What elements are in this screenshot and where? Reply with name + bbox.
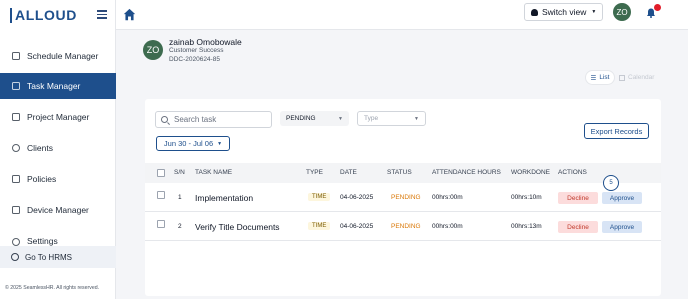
table-header: S/N TASK NAME TYPE DATE STATUS ATTENDANC… [145,163,661,183]
row-workdone: 00hrs:10m [511,194,542,201]
profile-role: Customer Success [169,47,224,54]
home-icon[interactable] [123,8,136,21]
header-actions: ACTIONS [558,169,587,176]
sidebar-item-label: Project Manager [27,112,90,122]
header-date: DATE [340,169,357,176]
header-task-name: TASK NAME [195,169,233,176]
date-range-picker[interactable]: Jun 30 - Jul 06 ▼ [156,136,230,151]
row-task-name[interactable]: Implementation [195,193,253,203]
notification-badge [654,4,661,11]
top-bar: Switch view ▼ ZO [116,0,688,30]
gear-icon [12,238,20,246]
list-view-button[interactable]: ☰ List [585,70,615,85]
copyright-footer: © 2025 SeamlessHR. All rights reserved. [5,285,100,291]
sidebar-item-label: Settings [27,236,58,246]
table-row: 1 Implementation TIME 04-06-2025 PENDING… [145,184,661,212]
task-icon [12,82,20,90]
menu-icon[interactable] [97,10,107,21]
sidebar-item-label: Policies [27,174,57,184]
profile-name: zainab Omobowale [169,37,242,47]
user-icon [531,8,538,16]
sidebar-item-clients[interactable]: Clients [0,135,116,161]
type-badge: TIME [308,193,331,201]
search-input[interactable]: Search task [155,111,272,128]
profile-avatar: ZO [143,40,163,60]
task-card: Search task PENDING ▼ Type ▼ Jun 30 - Ju… [145,99,661,296]
list-view-label: List [599,74,610,81]
type-badge: TIME [308,222,331,230]
decline-button[interactable]: Decline [558,192,598,204]
logo-bar [10,7,12,23]
sidebar-item-policies[interactable]: Policies [0,166,116,192]
search-placeholder: Search task [174,115,217,124]
sidebar-item-project-manager[interactable]: Project Manager [0,104,116,130]
go-to-hrms-label: Go To HRMS [25,252,72,262]
go-to-hrms-link[interactable]: Go To HRMS [0,246,116,268]
row-date: 04-06-2025 [340,194,374,201]
row-checkbox[interactable] [157,191,165,199]
row-attendance-hours: 00hrs:00m [432,223,463,230]
header-workdone: WORKDONE [511,169,550,176]
exit-icon [11,253,19,261]
header-attendance-hours: ATTENDANCE HOURS [432,169,501,176]
select-all-checkbox[interactable] [157,169,165,177]
approve-button[interactable]: Approve [602,221,642,233]
decline-button[interactable]: Decline [558,221,598,233]
sidebar-item-device-manager[interactable]: Device Manager [0,197,116,223]
sidebar-item-settings[interactable]: Settings [0,228,116,246]
status-badge: PENDING [391,194,421,201]
view-toggle: ☰ List Calendar [585,70,661,85]
switch-view-label: Switch view [542,7,587,17]
sidebar-item-label: Device Manager [27,205,89,215]
status-badge: PENDING [391,223,421,230]
row-task-name[interactable]: Verify Title Documents [195,222,280,232]
sidebar-item-label: Schedule Manager [27,51,99,61]
search-icon [161,116,168,123]
switch-view-dropdown[interactable]: Switch view ▼ [524,3,603,21]
calendar-icon [619,74,625,81]
list-icon: ☰ [590,74,597,82]
chevron-down-icon: ▼ [414,115,419,122]
app-logo[interactable]: ALLOUD [10,7,77,23]
document-icon [12,175,20,183]
row-sn: 2 [178,223,182,230]
calendar-view-button[interactable]: Calendar [619,74,654,81]
user-avatar[interactable]: ZO [613,3,631,21]
logo-text: ALLOUD [15,7,77,23]
sidebar: ALLOUD Schedule Manager Task Manager Pro… [0,0,116,299]
approve-button[interactable]: Approve [602,192,642,204]
briefcase-icon [12,113,20,121]
date-range-label: Jun 30 - Jul 06 [163,139,214,148]
row-sn: 1 [178,194,182,201]
table-row: 2 Verify Title Documents TIME 04-06-2025… [145,213,661,241]
header-status: STATUS [387,169,412,176]
row-attendance-hours: 00hrs:00m [432,194,463,201]
export-records-button[interactable]: Export Records [584,123,649,139]
header-sn: S/N [174,169,185,176]
profile-employee-id: DDC-2020624-85 [169,56,220,63]
sidebar-item-label: Clients [27,143,53,153]
type-filter-select[interactable]: Type ▼ [357,111,426,126]
person-icon [12,144,20,152]
sidebar-item-label: Task Manager [27,81,81,91]
type-filter-placeholder: Type [364,115,379,122]
calendar-icon [12,52,20,60]
status-filter-select[interactable]: PENDING ▼ [280,111,349,126]
row-workdone: 00hrs:13m [511,223,542,230]
sidebar-item-schedule-manager[interactable]: Schedule Manager [0,43,116,69]
sidebar-item-task-manager[interactable]: Task Manager [0,73,116,99]
row-date: 04-06-2025 [340,223,374,230]
row-checkbox[interactable] [157,220,165,228]
chevron-down-icon: ▼ [338,115,343,122]
chevron-down-icon: ▼ [217,140,223,147]
device-icon [12,206,20,214]
caret-down-icon: ▼ [591,9,597,15]
header-type: TYPE [306,169,323,176]
calendar-view-label: Calendar [628,74,655,81]
status-filter-value: PENDING [286,115,316,122]
